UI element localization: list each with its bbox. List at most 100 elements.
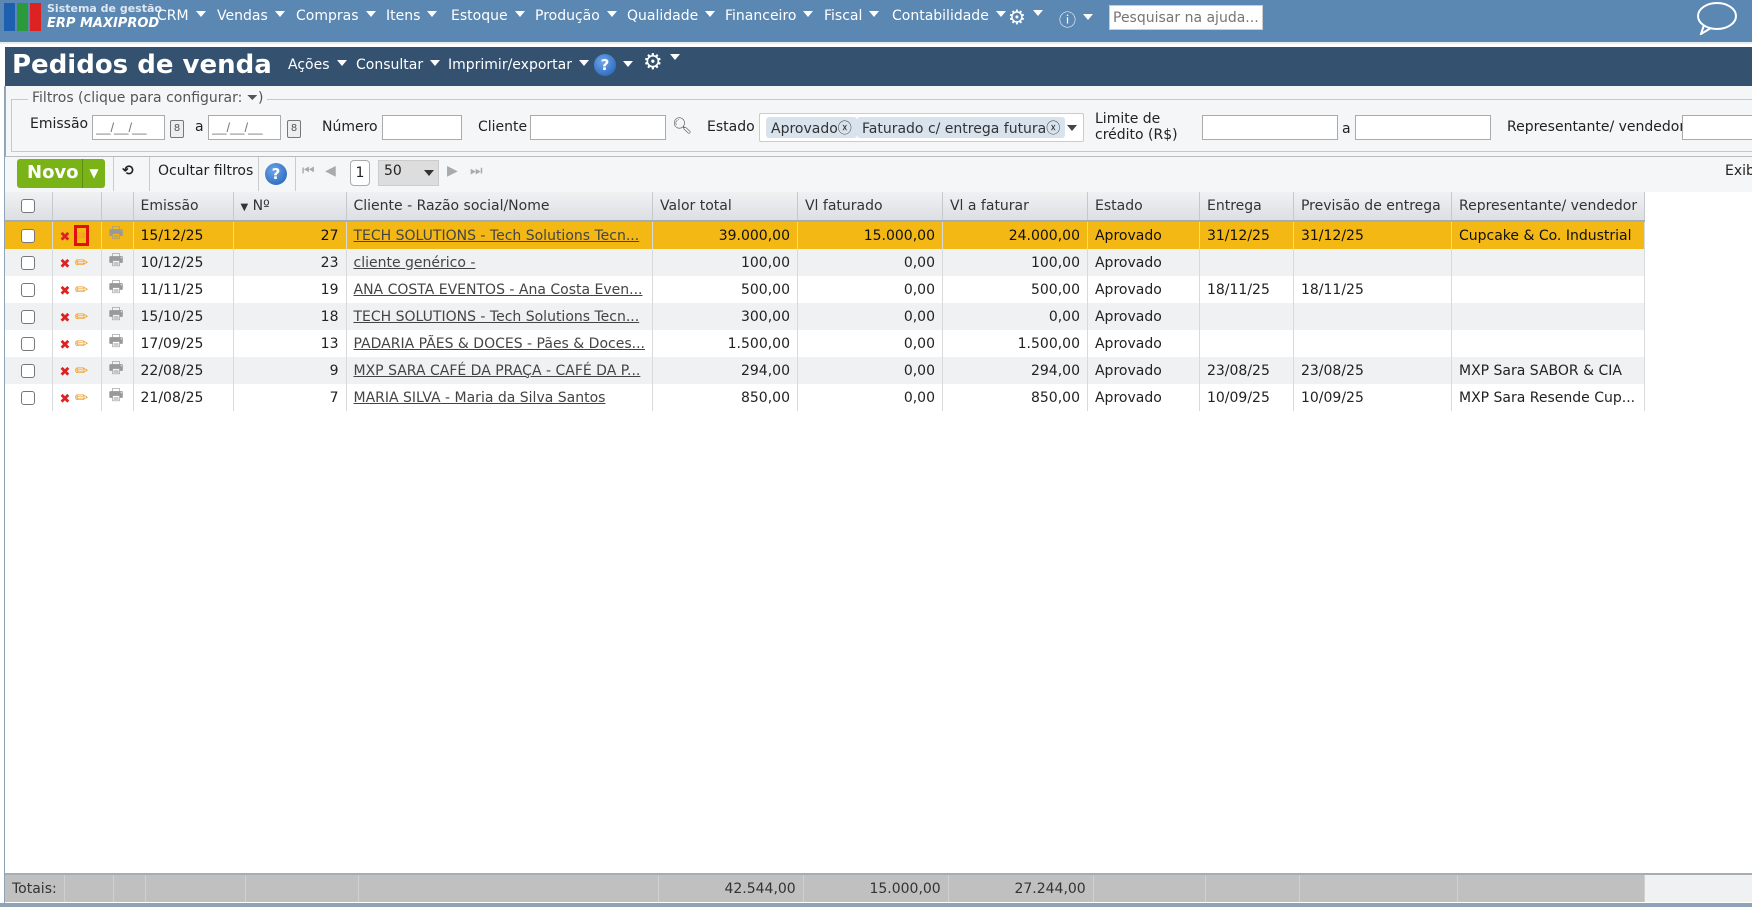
print-icon[interactable]: 🖶 [101,249,134,276]
menu-acoes[interactable]: Ações [288,57,347,73]
edit-pencil-icon[interactable]: ✏ [73,225,90,246]
page-number[interactable]: 1 [350,160,370,186]
edit-pencil-icon[interactable]: ✏ [75,253,88,272]
menu-contabilidade[interactable]: Contabilidade [892,8,1006,24]
cliente-link[interactable]: MXP SARA CAFÉ DA PRAÇA - CAFÉ DA P... [354,363,641,379]
novo-button[interactable]: Novo ▼ [17,159,105,188]
table-row[interactable]: ✖ ✏ 🖶 22/08/25 9 MXP SARA CAFÉ DA PRAÇA … [5,357,1646,384]
cliente-link[interactable]: ANA COSTA EVENTOS - Ana Costa Even... [354,282,643,298]
row-checkbox[interactable] [5,276,53,303]
cliente-link[interactable]: TECH SOLUTIONS - Tech Solutions Tecn... [354,228,640,244]
cliente-input[interactable] [530,115,666,140]
row-checkbox[interactable] [5,221,53,249]
table-row[interactable]: ✖ ✏ 🖶 17/09/25 13 PADARIA PÃES & DOCES -… [5,330,1646,357]
menu-itens[interactable]: Itens [386,8,438,24]
menu-fiscal[interactable]: Fiscal [824,8,880,24]
page-settings-menu[interactable]: ⚙ [643,50,680,75]
first-page-icon[interactable]: ⏮ [302,163,315,179]
header-cliente[interactable]: Cliente - Razão social/Nome [346,192,653,222]
menu-consultar[interactable]: Consultar [356,57,441,73]
emissao-from-input[interactable] [92,115,165,140]
menu-compras[interactable]: Compras [296,8,376,24]
chat-bubble-icon[interactable] [1695,1,1739,35]
representante-input[interactable] [1682,115,1752,140]
cell-cliente[interactable]: ANA COSTA EVENTOS - Ana Costa Even... [346,276,653,303]
row-checkbox[interactable] [5,330,53,357]
row-checkbox[interactable] [5,384,53,411]
edit-pencil-icon[interactable]: ✏ [75,307,88,326]
print-icon[interactable]: 🖶 [101,221,134,249]
chevron-down-icon[interactable] [1067,125,1077,131]
delete-icon[interactable]: ✖ [60,311,71,326]
menu-crm[interactable]: CRM [157,8,206,24]
cliente-link[interactable]: cliente genérico - [354,255,476,271]
print-icon[interactable]: 🖶 [101,330,134,357]
cell-cliente[interactable]: TECH SOLUTIONS - Tech Solutions Tecn... [346,221,653,249]
menu-producao[interactable]: Produção [535,8,617,24]
page-size-select[interactable]: 50 [378,160,439,186]
emissao-to-input[interactable] [208,115,281,140]
print-icon[interactable]: 🖶 [101,357,134,384]
delete-icon[interactable]: ✖ [60,284,71,299]
table-row[interactable]: ✖ ✏ 🖶 11/11/25 19 ANA COSTA EVENTOS - An… [5,276,1646,303]
edit-pencil-icon[interactable]: ✏ [75,280,88,299]
menu-estoque[interactable]: Estoque [451,8,525,24]
edit-pencil-icon[interactable]: ✏ [75,361,88,380]
estado-tag-faturado[interactable]: Faturado c/ entrega futuraⓧ [857,117,1066,138]
maxiprod-logo[interactable] [4,3,42,31]
help-button[interactable]: ? [265,163,287,185]
funnel-icon[interactable]: ⏷ [247,90,258,106]
cell-cliente[interactable]: cliente genérico - [346,249,653,276]
cliente-link[interactable]: MARIA SILVA - Maria da Silva Santos [354,390,606,406]
header-valor-total[interactable]: Valor total [652,192,798,222]
header-representante[interactable]: Representante/ vendedor [1451,192,1646,222]
prev-page-icon[interactable]: ◀ [325,163,336,179]
exibir-button[interactable]: Exib [1725,163,1752,179]
header-vl-faturado[interactable]: Vl faturado [797,192,943,222]
header-vl-a-faturar[interactable]: Vl a faturar [942,192,1088,222]
settings-menu[interactable]: ⚙ [1008,5,1043,29]
header-emissao[interactable]: Emissão [133,192,234,222]
search-icon[interactable]: 🔍︎ [672,116,692,135]
filters-legend[interactable]: Filtros (clique para configurar: ⏷) [28,90,268,106]
delete-icon[interactable]: ✖ [60,365,71,380]
print-icon[interactable]: 🖶 [101,276,134,303]
row-checkbox[interactable] [5,249,53,276]
calendar-icon[interactable]: 8 [287,120,301,138]
page-help-menu[interactable]: ? [594,54,633,76]
calendar-icon[interactable]: 8 [170,120,184,138]
menu-vendas[interactable]: Vendas [217,8,285,24]
header-numero[interactable]: ▼ Nº [233,192,347,222]
limite-from-input[interactable] [1202,115,1338,140]
ocultar-filtros-button[interactable]: Ocultar filtros [158,163,253,179]
delete-icon[interactable]: ✖ [60,392,71,407]
numero-input[interactable] [382,115,462,140]
table-row[interactable]: ✖ ✏ 🖶 21/08/25 7 MARIA SILVA - Maria da … [5,384,1646,411]
edit-pencil-icon[interactable]: ✏ [75,388,88,407]
cliente-link[interactable]: TECH SOLUTIONS - Tech Solutions Tecn... [354,309,640,325]
row-checkbox[interactable] [5,303,53,330]
remove-tag-icon[interactable]: ⓧ [1046,121,1060,137]
cell-cliente[interactable]: TECH SOLUTIONS - Tech Solutions Tecn... [346,303,653,330]
cell-cliente[interactable]: MARIA SILVA - Maria da Silva Santos [346,384,653,411]
table-row[interactable]: ✖ ✏ 🖶 10/12/25 23 cliente genérico - 100… [5,249,1646,276]
edit-pencil-icon[interactable]: ✏ [75,334,88,353]
select-all-checkbox[interactable] [5,192,53,222]
delete-icon[interactable]: ✖ [60,230,71,245]
last-page-icon[interactable]: ⏭ [470,163,483,179]
table-row[interactable]: ✖ ✏ 🖶 15/12/25 27 TECH SOLUTIONS - Tech … [5,221,1646,249]
estado-tag-aprovado[interactable]: Aprovadoⓧ [766,117,857,138]
remove-tag-icon[interactable]: ⓧ [838,121,852,137]
header-previsao[interactable]: Previsão de entrega [1293,192,1452,222]
help-search-input[interactable] [1109,5,1263,30]
menu-qualidade[interactable]: Qualidade [627,8,716,24]
delete-icon[interactable]: ✖ [60,338,71,353]
novo-dropdown-arrow[interactable]: ▼ [82,159,105,188]
row-checkbox[interactable] [5,357,53,384]
next-page-icon[interactable]: ▶ [447,163,458,179]
menu-financeiro[interactable]: Financeiro [725,8,814,24]
header-estado[interactable]: Estado [1087,192,1200,222]
delete-icon[interactable]: ✖ [60,257,71,272]
refresh-icon[interactable]: ⟲ [122,163,134,179]
print-icon[interactable]: 🖶 [101,303,134,330]
